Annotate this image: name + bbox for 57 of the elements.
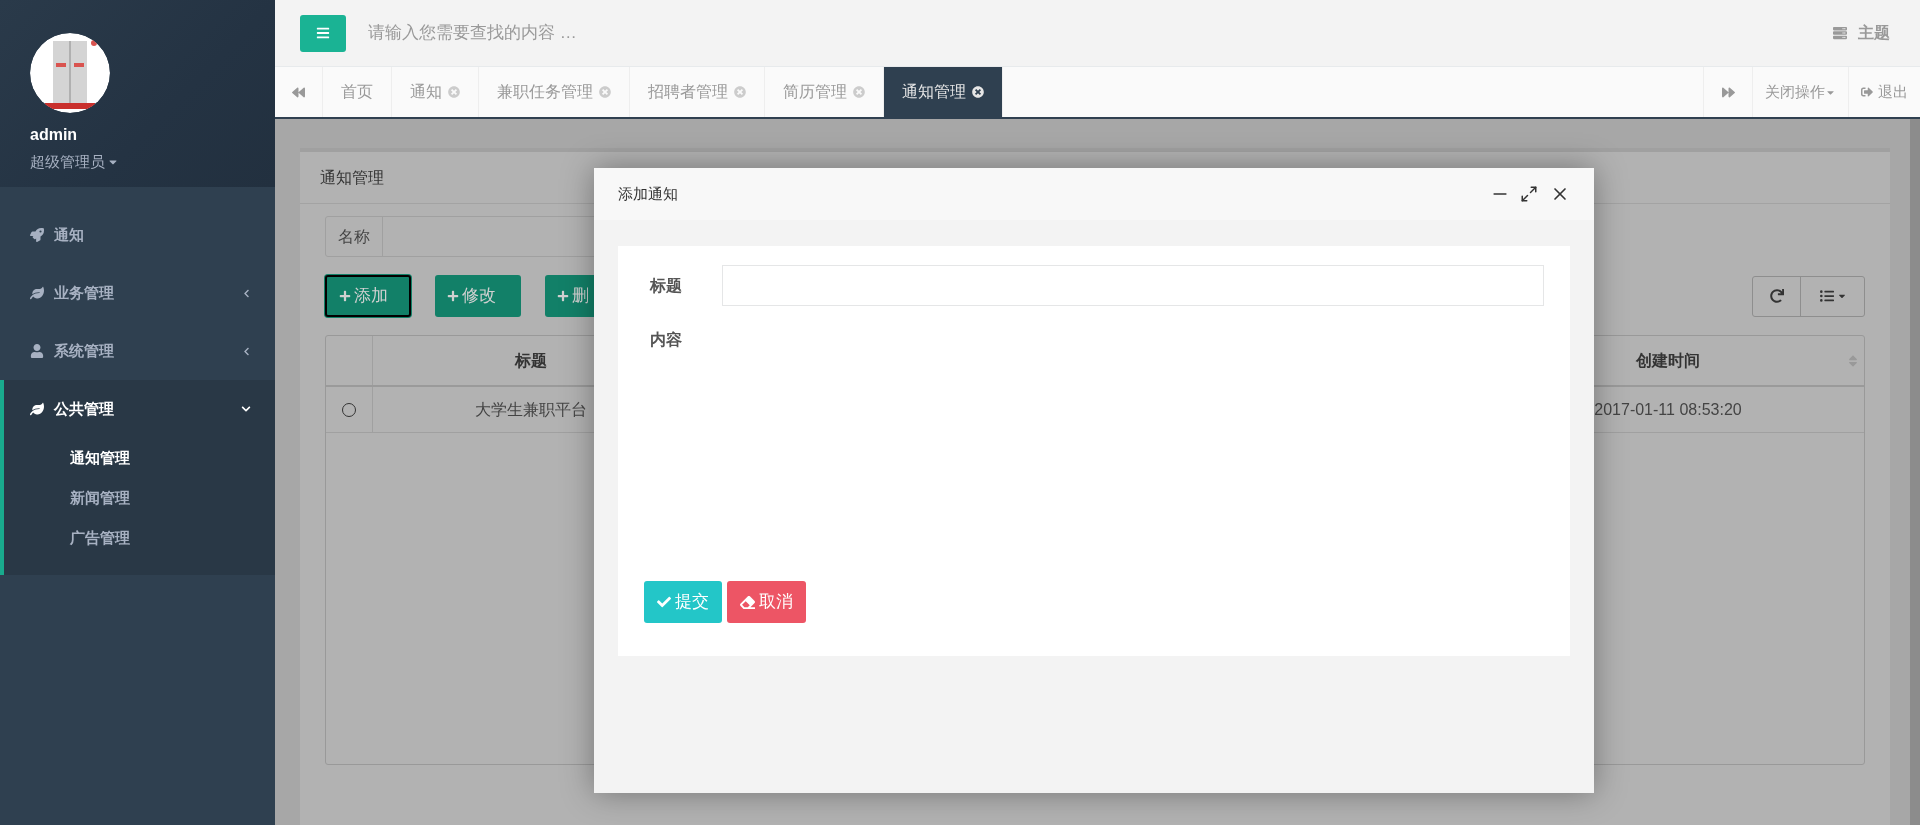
tab[interactable]: 兼职任务管理 — [479, 67, 630, 117]
close-icon — [853, 86, 865, 98]
leaf-icon — [30, 402, 44, 416]
menu-item[interactable]: 公共管理 — [4, 380, 275, 438]
cancel-button[interactable]: 取消 — [727, 581, 806, 623]
sign-out-icon — [1861, 86, 1873, 98]
tab[interactable]: 首页 — [323, 67, 392, 117]
sort-icon — [1848, 353, 1858, 368]
maximize-icon[interactable] — [1520, 185, 1538, 203]
tab[interactable]: 通知管理 — [884, 67, 1003, 117]
role-dropdown[interactable]: 超级管理员 — [30, 151, 119, 174]
rocket-icon — [30, 228, 44, 242]
menu-toggle-button[interactable] — [300, 14, 346, 52]
close-icon — [599, 86, 611, 98]
user-name: admin — [30, 125, 79, 145]
title-input-field[interactable] — [722, 265, 1544, 306]
submenu-item[interactable]: 新闻管理 — [4, 478, 275, 518]
close-icon — [448, 86, 460, 98]
close-icon — [734, 86, 746, 98]
chevron-down-icon — [241, 404, 251, 414]
close-operations-button[interactable]: 关闭操作 — [1752, 67, 1848, 117]
plus-icon — [557, 290, 569, 302]
column-header[interactable]: 创建时间 — [1472, 336, 1864, 385]
filter-label: 名称 — [326, 217, 383, 256]
refresh-icon — [1769, 289, 1784, 303]
leaf-icon — [30, 286, 44, 300]
dialog-title: 添加通知 — [618, 183, 679, 204]
forward-icon — [1721, 85, 1735, 99]
menu-icon — [316, 26, 330, 40]
menu-item[interactable]: 通知 — [0, 206, 275, 264]
submenu-item[interactable]: 通知管理 — [4, 438, 275, 478]
panel-title: 通知管理 — [320, 167, 384, 188]
menu-item[interactable]: 业务管理 — [0, 264, 275, 322]
close-icon — [972, 86, 984, 98]
scrollbar[interactable] — [1910, 119, 1920, 825]
chevron-left-icon — [242, 288, 251, 298]
submenu-item[interactable]: 广告管理 — [4, 518, 275, 558]
toolbar-button[interactable]: 修改 — [435, 275, 521, 317]
theme-button[interactable]: 主题 — [1832, 21, 1890, 45]
check-icon — [657, 595, 671, 609]
search-field[interactable]: 请输入您需要查找的内容 … — [368, 20, 868, 46]
plus-icon — [447, 290, 459, 302]
field-label: 标题 — [650, 275, 683, 296]
plus-icon — [339, 290, 351, 302]
submit-button[interactable]: 提交 — [644, 581, 722, 623]
list-icon — [1818, 289, 1835, 303]
backward-icon — [292, 85, 305, 99]
chevron-left-icon — [242, 346, 251, 356]
table-cell-text: 2017-01-11 08:53:20 — [1593, 399, 1743, 420]
user-icon — [30, 344, 44, 358]
toolbar-button[interactable]: 添加 — [325, 275, 411, 317]
menu-item[interactable]: 系统管理 — [0, 322, 275, 380]
logout-button[interactable]: 退出 — [1848, 67, 1920, 117]
server-icon — [1832, 26, 1848, 40]
tab[interactable]: 通知 — [392, 67, 479, 117]
eraser-icon — [740, 594, 755, 610]
tab[interactable]: 招聘者管理 — [630, 67, 765, 117]
